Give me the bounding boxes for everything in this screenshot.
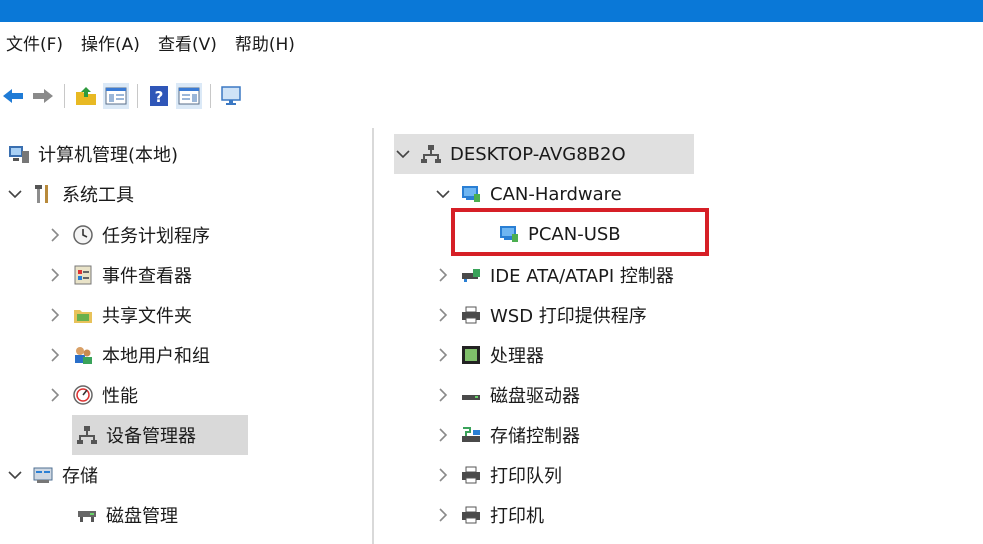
tree-label: 处理器 bbox=[490, 346, 544, 367]
help-icon[interactable]: ? bbox=[146, 83, 172, 109]
tree-label: 存储 bbox=[62, 466, 98, 487]
folder-up-icon[interactable] bbox=[73, 83, 99, 109]
network-adapter-icon bbox=[460, 183, 482, 205]
device-tree-pane[interactable]: DESKTOP-AVG8B2O CAN-Hardware PCAN-USB ID… bbox=[380, 128, 983, 544]
tree-item-disk-drives[interactable]: 磁盘驱动器 bbox=[434, 375, 580, 415]
chevron-right-icon[interactable] bbox=[46, 266, 64, 284]
tree-item-local-users-groups[interactable]: 本地用户和组 bbox=[46, 335, 210, 375]
tree-item-ide-controllers[interactable]: IDE ATA/ATAPI 控制器 bbox=[434, 255, 674, 295]
tree-label: 事件查看器 bbox=[102, 266, 192, 287]
tree-label: WSD 打印提供程序 bbox=[490, 306, 647, 327]
processor-chip-icon bbox=[460, 344, 482, 366]
chevron-down-icon[interactable] bbox=[434, 185, 452, 203]
tree-label: 打印机 bbox=[490, 506, 544, 527]
event-log-icon bbox=[72, 264, 94, 286]
tree-label: 计算机管理(本地) bbox=[38, 145, 179, 166]
tools-icon bbox=[32, 183, 54, 205]
chevron-down-icon[interactable] bbox=[394, 145, 412, 163]
tree-item-print-queues[interactable]: 打印队列 bbox=[434, 455, 562, 495]
forward-arrow-icon[interactable] bbox=[30, 83, 56, 109]
toolbar-separator bbox=[210, 84, 211, 108]
tree-label: IDE ATA/ATAPI 控制器 bbox=[490, 266, 674, 287]
tree-item-shared-folders[interactable]: 共享文件夹 bbox=[46, 295, 192, 335]
tree-label: 磁盘驱动器 bbox=[490, 386, 580, 407]
computer-network-icon bbox=[420, 143, 442, 165]
tree-label: 任务计划程序 bbox=[102, 226, 210, 247]
tree-label: 性能 bbox=[102, 386, 138, 407]
storage-icon bbox=[32, 464, 54, 486]
chevron-right-icon[interactable] bbox=[434, 306, 452, 324]
printer-icon bbox=[460, 304, 482, 326]
tree-item-storage[interactable]: 存储 bbox=[6, 455, 98, 495]
chevron-right-icon[interactable] bbox=[434, 346, 452, 364]
tree-label: 本地用户和组 bbox=[102, 346, 210, 367]
printer-icon bbox=[460, 504, 482, 526]
tree-item-printers[interactable]: 打印机 bbox=[434, 495, 544, 535]
tree-label: CAN-Hardware bbox=[490, 183, 622, 205]
tree-label: 存储控制器 bbox=[490, 426, 580, 447]
chevron-down-icon[interactable] bbox=[6, 185, 24, 203]
chevron-right-icon[interactable] bbox=[46, 226, 64, 244]
menu-bar: 文件(F) 操作(A) 查看(V) 帮助(H) bbox=[0, 28, 983, 62]
tree-label: 设备管理器 bbox=[106, 426, 196, 447]
window-title-bar[interactable] bbox=[0, 0, 983, 22]
users-group-icon bbox=[72, 344, 94, 366]
tree-item-computer-management[interactable]: 计算机管理(本地) bbox=[8, 134, 178, 174]
monitor-icon[interactable] bbox=[219, 83, 245, 109]
tree-item-storage-controllers[interactable]: 存储控制器 bbox=[434, 415, 580, 455]
toolbar: ? bbox=[0, 76, 983, 116]
chevron-right-icon[interactable] bbox=[46, 306, 64, 324]
tree-item-performance[interactable]: 性能 bbox=[46, 375, 138, 415]
menu-file[interactable]: 文件(F) bbox=[0, 30, 75, 60]
chevron-right-icon[interactable] bbox=[434, 266, 452, 284]
shared-folder-icon bbox=[72, 304, 94, 326]
console-tree-pane[interactable]: 计算机管理(本地) 系统工具 任务计划程序 事件查看器 共享文件夹 本地用户和组… bbox=[0, 128, 372, 544]
chevron-right-icon[interactable] bbox=[46, 346, 64, 364]
tree-item-task-scheduler[interactable]: 任务计划程序 bbox=[46, 215, 210, 255]
performance-gauge-icon bbox=[72, 384, 94, 406]
menu-view[interactable]: 查看(V) bbox=[152, 30, 229, 60]
highlight-annotation-box bbox=[451, 208, 709, 256]
tree-item-host-computer[interactable]: DESKTOP-AVG8B2O bbox=[394, 134, 694, 174]
show-hide-console-tree-icon[interactable] bbox=[103, 83, 129, 109]
tree-item-device-manager[interactable]: 设备管理器 bbox=[72, 415, 248, 455]
device-manager-icon bbox=[76, 424, 98, 446]
printer-icon bbox=[460, 464, 482, 486]
tree-label: 共享文件夹 bbox=[102, 306, 192, 327]
tree-item-event-viewer[interactable]: 事件查看器 bbox=[46, 255, 192, 295]
chevron-right-icon[interactable] bbox=[434, 466, 452, 484]
menu-help[interactable]: 帮助(H) bbox=[229, 30, 307, 60]
tree-item-processors[interactable]: 处理器 bbox=[434, 335, 544, 375]
tree-item-system-tools[interactable]: 系统工具 bbox=[6, 174, 134, 214]
show-hide-action-pane-icon[interactable] bbox=[176, 83, 202, 109]
menu-action[interactable]: 操作(A) bbox=[75, 30, 152, 60]
svg-text:?: ? bbox=[155, 88, 164, 106]
chevron-right-icon[interactable] bbox=[46, 386, 64, 404]
tree-label: 打印队列 bbox=[490, 466, 562, 487]
chevron-right-icon[interactable] bbox=[434, 426, 452, 444]
disk-drive-icon bbox=[460, 384, 482, 406]
chevron-right-icon[interactable] bbox=[434, 506, 452, 524]
ide-controller-icon bbox=[460, 264, 482, 286]
tree-label: 系统工具 bbox=[62, 185, 134, 206]
toolbar-separator bbox=[137, 84, 138, 108]
chevron-right-icon[interactable] bbox=[434, 386, 452, 404]
back-arrow-icon[interactable] bbox=[0, 83, 26, 109]
tree-label: 磁盘管理 bbox=[106, 506, 178, 527]
chevron-down-icon[interactable] bbox=[6, 466, 24, 484]
storage-controller-icon bbox=[460, 424, 482, 446]
tree-item-wsd-print-providers[interactable]: WSD 打印提供程序 bbox=[434, 295, 647, 335]
toolbar-separator bbox=[64, 84, 65, 108]
pane-splitter[interactable] bbox=[372, 128, 374, 544]
tree-item-disk-management[interactable]: 磁盘管理 bbox=[76, 495, 178, 535]
clock-icon bbox=[72, 224, 94, 246]
disk-management-icon bbox=[76, 504, 98, 526]
computer-management-icon bbox=[8, 143, 30, 165]
tree-label: DESKTOP-AVG8B2O bbox=[450, 143, 626, 165]
